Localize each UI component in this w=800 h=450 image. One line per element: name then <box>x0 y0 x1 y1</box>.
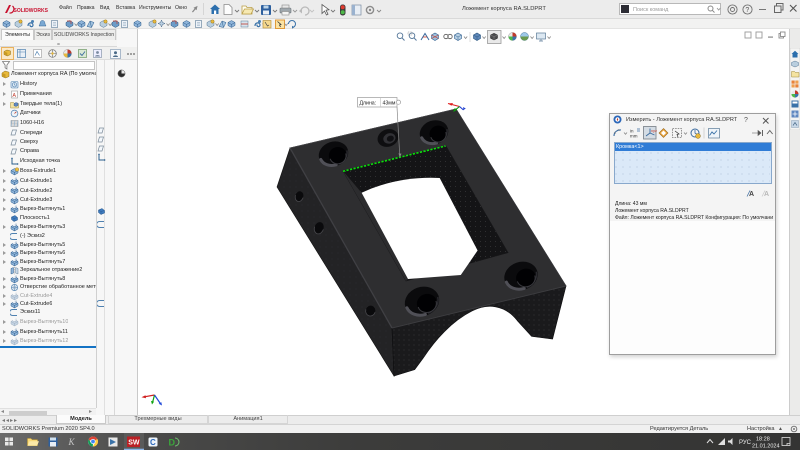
svg-text:SOLIDWORKS: SOLIDWORKS <box>14 8 49 14</box>
svg-text:SW: SW <box>128 440 140 447</box>
svg-text:?: ? <box>745 7 749 14</box>
svg-text:21.01.2024: 21.01.2024 <box>752 444 780 450</box>
svg-text:A: A <box>749 191 754 198</box>
svg-text:A: A <box>764 191 769 198</box>
svg-text:43мм: 43мм <box>383 101 396 107</box>
svg-text:mm: mm <box>630 134 638 139</box>
svg-text:K: K <box>68 437 76 447</box>
svg-text:A: A <box>12 93 16 99</box>
svg-text:Длина:: Длина: <box>360 101 377 107</box>
svg-text:C: C <box>150 438 156 447</box>
svg-text:18:28: 18:28 <box>756 437 770 443</box>
svg-text:D: D <box>169 438 176 448</box>
svg-text:РУС: РУС <box>739 440 752 446</box>
svg-text:xyz: xyz <box>651 128 657 133</box>
